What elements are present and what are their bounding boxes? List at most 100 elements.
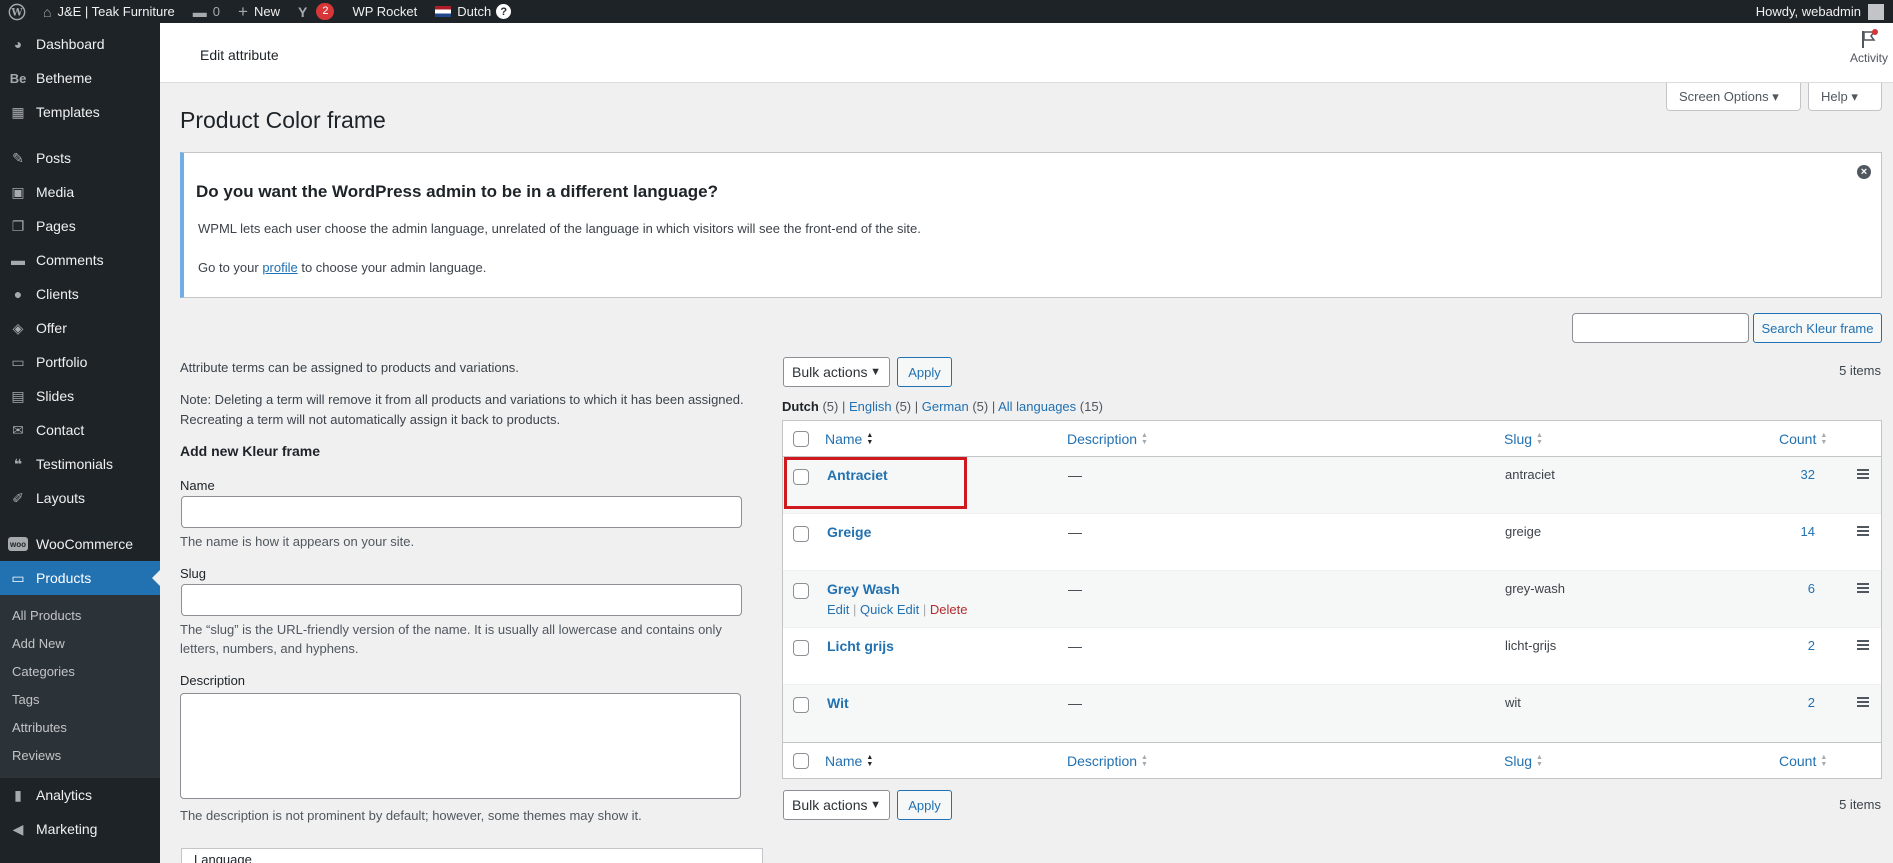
term-count-link[interactable]: 2 (1808, 695, 1815, 710)
drag-handle-icon[interactable] (1857, 526, 1869, 538)
sidebar-item-products[interactable]: ▭ Products (0, 561, 160, 595)
sidebar-item-label: Testimonials (36, 456, 114, 472)
drag-handle-icon[interactable] (1857, 469, 1869, 481)
bulk-actions-select-bottom[interactable]: Bulk actions ▼ (783, 790, 890, 820)
sidebar-item-label: Betheme (36, 70, 93, 86)
sort-icon: ▲ ▼ (1820, 432, 1828, 446)
column-slug[interactable]: Slug ▲ ▼ (1504, 431, 1543, 447)
submenu-all-products[interactable]: All Products (0, 602, 160, 630)
submenu-add-new[interactable]: Add New (0, 630, 160, 658)
row-checkbox[interactable] (793, 640, 809, 656)
items-count-bottom: 5 items (1839, 797, 1881, 812)
description-textarea[interactable] (180, 693, 741, 799)
layouts-icon: ✐ (12, 489, 24, 506)
sidebar-item-offer[interactable]: ◈ Offer (0, 311, 160, 345)
profile-link[interactable]: profile (262, 260, 297, 275)
sidebar-item-betheme[interactable]: Be Betheme (0, 61, 160, 95)
column-count[interactable]: Count ▲ ▼ (1779, 431, 1827, 447)
name-input[interactable] (181, 496, 742, 528)
sidebar-item-woocommerce[interactable]: woo WooCommerce (0, 527, 160, 561)
submenu-tags[interactable]: Tags (0, 686, 160, 714)
my-account[interactable]: Howdy, webadmin (1747, 0, 1893, 23)
filter-all-languages[interactable]: All languages (998, 399, 1076, 414)
column-count-footer[interactable]: Count ▲ ▼ (1779, 753, 1827, 769)
sidebar-item-marketing[interactable]: ◀ Marketing (0, 812, 160, 846)
sidebar-item-contact[interactable]: ✉ Contact (0, 413, 160, 447)
select-all-checkbox[interactable] (793, 431, 809, 447)
sort-icon: ▲ ▼ (1141, 432, 1148, 446)
drag-handle-icon[interactable] (1857, 583, 1869, 595)
language-box: Language (181, 848, 763, 863)
submenu-attributes[interactable]: Attributes (0, 714, 160, 742)
row-actions: Edit | Quick Edit | Delete (827, 602, 967, 617)
row-checkbox[interactable] (793, 526, 809, 542)
search-button[interactable]: Search Kleur frame (1753, 313, 1882, 343)
term-name-link[interactable]: Greige (827, 524, 871, 540)
term-name-link[interactable]: Grey Wash (827, 581, 900, 597)
form-note: Note: Deleting a term will remove it fro… (180, 392, 744, 427)
apply-button-top[interactable]: Apply (897, 357, 952, 387)
sidebar-item-layouts[interactable]: ✐ Layouts (0, 481, 160, 515)
term-count-link[interactable]: 6 (1808, 581, 1815, 596)
search-input[interactable] (1572, 313, 1749, 343)
delete-link[interactable]: Delete (930, 602, 968, 617)
wp-rocket-link[interactable]: WP Rocket (343, 0, 426, 23)
apply-button-bottom[interactable]: Apply (897, 790, 952, 820)
bulk-actions-select-top[interactable]: Bulk actions ▼ (783, 357, 890, 387)
sidebar-item-dashboard[interactable]: ◕ Dashboard (0, 27, 160, 61)
howdy-text: Howdy, webadmin (1755, 4, 1861, 19)
screen-options-button[interactable]: Screen Options ▾ (1666, 83, 1801, 111)
sidebar-item-posts[interactable]: ✎ Posts (0, 141, 160, 175)
sidebar-item-portfolio[interactable]: ▭ Portfolio (0, 345, 160, 379)
term-count-link[interactable]: 32 (1801, 467, 1815, 482)
site-name-link[interactable]: ⌂ J&E | Teak Furniture (34, 0, 184, 23)
sidebar-item-pages[interactable]: ❐ Pages (0, 209, 160, 243)
column-slug-footer[interactable]: Slug ▲ ▼ (1504, 753, 1543, 769)
quote-icon: ❝ (13, 455, 23, 472)
column-description[interactable]: Description ▲ ▼ (1067, 431, 1148, 447)
column-label: Name (825, 431, 863, 447)
dismiss-icon[interactable]: × (1857, 165, 1871, 179)
term-count-link[interactable]: 14 (1801, 524, 1815, 539)
filter-german[interactable]: German (922, 399, 969, 414)
term-count-link[interactable]: 2 (1808, 638, 1815, 653)
column-label: Slug (1504, 753, 1533, 769)
language-switcher[interactable]: Dutch ? (426, 0, 520, 23)
sidebar-item-analytics[interactable]: ▮ Analytics (0, 778, 160, 812)
submenu-reviews[interactable]: Reviews (0, 742, 160, 770)
comments-link[interactable]: ▬ 0 (184, 0, 229, 23)
wordpress-logo[interactable]: W (0, 0, 34, 23)
sidebar-item-testimonials[interactable]: ❝ Testimonials (0, 447, 160, 481)
language-filter: Dutch (5) | English (5) | German (5) | A… (782, 399, 1103, 414)
term-name-link[interactable]: Licht grijs (827, 638, 894, 654)
help-button[interactable]: Help ▾ (1808, 83, 1882, 111)
edit-link[interactable]: Edit (827, 602, 849, 617)
row-checkbox[interactable] (793, 583, 809, 599)
sidebar-item-slides[interactable]: ▤ Slides (0, 379, 160, 413)
sidebar-item-label: Clients (36, 286, 79, 302)
row-checkbox[interactable] (793, 697, 809, 713)
table-footer: Name ▲ ▼ Description ▲ ▼ Slug ▲ ▼ Count ▲ ▼ (783, 742, 1881, 778)
filter-dutch[interactable]: Dutch (782, 399, 819, 414)
sidebar-item-comments[interactable]: ▬ Comments (0, 243, 160, 277)
sidebar-item-clients[interactable]: ● Clients (0, 277, 160, 311)
sidebar-item-templates[interactable]: ▦ Templates (0, 95, 160, 129)
filter-english[interactable]: English (849, 399, 892, 414)
select-all-checkbox-bottom[interactable] (793, 753, 809, 769)
activity-button[interactable]: Activity (1845, 29, 1893, 65)
column-name-footer[interactable]: Name ▲ ▼ (825, 753, 873, 769)
slug-input[interactable] (181, 584, 742, 616)
submenu-categories[interactable]: Categories (0, 658, 160, 686)
drag-handle-icon[interactable] (1857, 640, 1869, 652)
sidebar-item-media[interactable]: ▣ Media (0, 175, 160, 209)
term-name-link[interactable]: Wit (827, 695, 849, 711)
new-content-link[interactable]: + New (229, 0, 289, 23)
column-name[interactable]: Name ▲ ▼ (825, 431, 873, 447)
drag-handle-icon[interactable] (1857, 697, 1869, 709)
yoast-link[interactable]: Y 2 (289, 0, 343, 23)
quick-edit-link[interactable]: Quick Edit (860, 602, 919, 617)
column-description-footer[interactable]: Description ▲ ▼ (1067, 753, 1148, 769)
megaphone-icon: ◀ (12, 820, 24, 837)
sidebar-item-label: Offer (36, 320, 67, 336)
flag-icon (1862, 29, 1878, 48)
